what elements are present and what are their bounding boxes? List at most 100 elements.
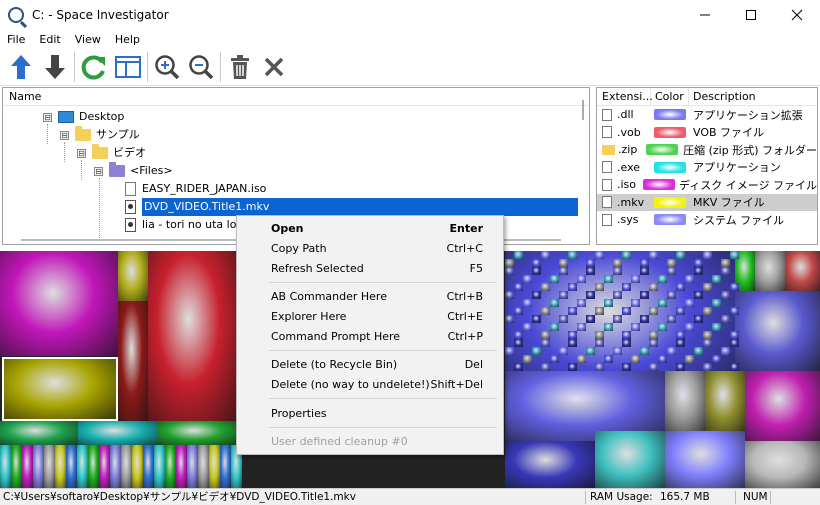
treemap-block[interactable] — [505, 259, 514, 267]
treemap-block[interactable] — [505, 315, 514, 323]
treemap-block[interactable] — [631, 299, 640, 307]
treemap-block[interactable] — [158, 421, 238, 445]
treemap-block[interactable] — [649, 251, 658, 259]
treemap-block[interactable] — [523, 355, 532, 363]
treemap-block[interactable] — [667, 259, 676, 267]
treemap-block[interactable] — [11, 445, 22, 488]
treemap-block[interactable] — [604, 323, 613, 331]
treemap-block[interactable] — [622, 331, 631, 339]
layout-button[interactable] — [111, 50, 145, 84]
treemap-block[interactable] — [685, 355, 694, 363]
treemap-block[interactable] — [640, 291, 649, 299]
treemap-block[interactable] — [66, 445, 77, 488]
treemap-block[interactable] — [676, 331, 685, 339]
treemap-block[interactable] — [649, 363, 658, 371]
treemap-block[interactable] — [165, 445, 176, 488]
treemap-block[interactable] — [631, 275, 640, 283]
treemap-block[interactable] — [665, 371, 705, 431]
treemap-block[interactable] — [121, 445, 132, 488]
treemap-block[interactable] — [532, 259, 541, 267]
treemap-block[interactable] — [703, 331, 712, 339]
ext-row[interactable]: .sys システム ファイル — [597, 211, 817, 229]
treemap-block[interactable] — [577, 299, 586, 307]
treemap-block[interactable] — [730, 307, 739, 315]
treemap-block[interactable] — [586, 315, 595, 323]
treemap-block[interactable] — [586, 267, 595, 275]
maximize-button[interactable] — [728, 0, 774, 30]
treemap-block[interactable] — [755, 251, 785, 291]
treemap-block[interactable] — [631, 355, 640, 363]
treemap-block[interactable] — [694, 315, 703, 323]
treemap-block[interactable] — [44, 445, 55, 488]
treemap-block[interactable] — [595, 251, 604, 259]
treemap-block[interactable] — [143, 445, 154, 488]
treemap-block[interactable] — [568, 251, 577, 259]
treemap-block[interactable] — [703, 307, 712, 315]
treemap-block[interactable] — [77, 445, 88, 488]
treemap-block[interactable] — [568, 363, 577, 371]
treemap-block[interactable] — [0, 251, 118, 356]
ext-row[interactable]: .iso ディスク イメージ ファイル — [597, 176, 817, 194]
treemap-block[interactable] — [550, 275, 559, 283]
delete-button[interactable] — [223, 50, 257, 84]
treemap-block[interactable] — [604, 275, 613, 283]
treemap-block[interactable] — [33, 445, 44, 488]
ext-row[interactable]: .zip 圧縮 (zip 形式) フォルダー — [597, 141, 817, 159]
treemap-block[interactable] — [735, 291, 820, 371]
treemap-block[interactable] — [712, 299, 721, 307]
treemap-block[interactable] — [649, 283, 658, 291]
treemap-block[interactable] — [649, 307, 658, 315]
treemap-block[interactable] — [78, 421, 158, 445]
treemap-block[interactable] — [559, 347, 568, 355]
treemap-block[interactable] — [505, 347, 514, 355]
treemap-block[interactable] — [712, 323, 721, 331]
treemap-block[interactable] — [694, 347, 703, 355]
close-window-button[interactable] — [774, 0, 820, 30]
treemap-block[interactable] — [559, 259, 568, 267]
zoom-in-button[interactable] — [150, 50, 184, 84]
ext-row[interactable]: .vob VOB ファイル — [597, 124, 817, 142]
treemap-block[interactable] — [622, 251, 631, 259]
treemap-block[interactable] — [568, 331, 577, 339]
treemap-block[interactable] — [154, 445, 165, 488]
treemap-block[interactable] — [559, 315, 568, 323]
treemap-block[interactable] — [730, 251, 739, 259]
treemap-block[interactable] — [523, 299, 532, 307]
treemap-block[interactable] — [532, 347, 541, 355]
treemap-block[interactable] — [541, 283, 550, 291]
treemap-block[interactable] — [649, 339, 658, 347]
ext-column-color[interactable]: Color — [651, 88, 689, 105]
refresh-button[interactable] — [77, 50, 111, 84]
treemap-block[interactable] — [604, 299, 613, 307]
treemap-block[interactable] — [721, 267, 730, 275]
treemap-block[interactable] — [613, 291, 622, 299]
treemap-block[interactable] — [730, 363, 739, 371]
treemap-block[interactable] — [631, 323, 640, 331]
collapse-icon[interactable]: ⊟ — [94, 166, 103, 176]
treemap-block[interactable] — [505, 267, 514, 275]
treemap-block[interactable] — [550, 323, 559, 331]
treemap-block[interactable] — [595, 431, 665, 488]
context-menu-item[interactable]: Copy Path Ctrl+C — [237, 239, 503, 259]
treemap-block[interactable] — [721, 291, 730, 299]
treemap-block[interactable] — [676, 363, 685, 371]
treemap-block[interactable] — [568, 339, 577, 347]
context-menu-item[interactable]: Explorer Here Ctrl+E — [237, 307, 503, 327]
treemap-block[interactable] — [667, 267, 676, 275]
cancel-button[interactable] — [257, 50, 291, 84]
treemap-block[interactable] — [685, 299, 694, 307]
treemap-block[interactable] — [613, 267, 622, 275]
treemap-block[interactable] — [550, 355, 559, 363]
treemap-block[interactable] — [703, 363, 712, 371]
treemap-block[interactable] — [505, 291, 514, 299]
treemap-block[interactable] — [676, 339, 685, 347]
treemap-block[interactable] — [514, 363, 523, 371]
tree-row-iso-file[interactable]: EASY_RIDER_JAPAN.iso — [125, 180, 266, 198]
treemap-block[interactable] — [730, 283, 739, 291]
treemap-block[interactable] — [148, 251, 238, 421]
treemap-block[interactable] — [514, 339, 523, 347]
treemap-block[interactable] — [604, 355, 613, 363]
treemap-block[interactable] — [721, 259, 730, 267]
go-up-button[interactable] — [4, 50, 38, 84]
treemap-block[interactable] — [705, 371, 745, 431]
